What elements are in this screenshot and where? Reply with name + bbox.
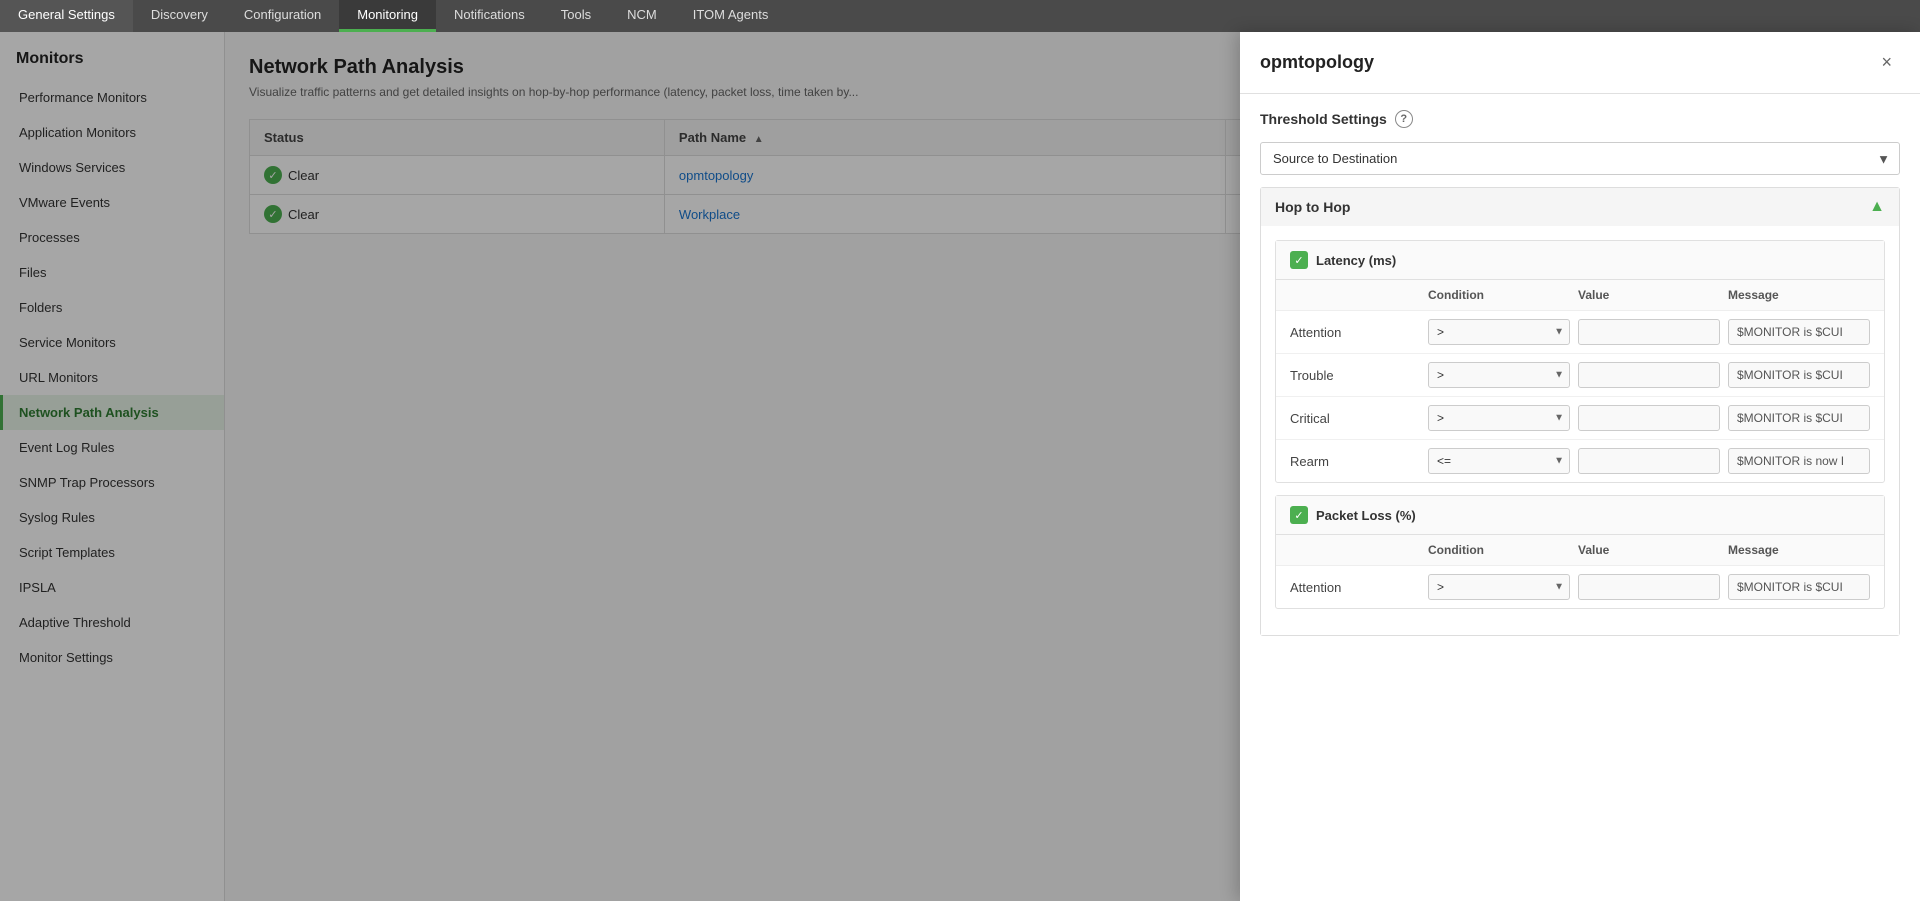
- critical-label: Critical: [1290, 411, 1420, 426]
- latency-enabled-icon: ✓: [1290, 251, 1308, 269]
- nav-tools[interactable]: Tools: [543, 0, 609, 32]
- trouble-condition-select[interactable]: ><=>=<=: [1428, 362, 1570, 388]
- source-to-destination-select[interactable]: Source to Destination: [1260, 142, 1900, 175]
- col-header-empty: [1290, 543, 1420, 557]
- modal-header: opmtopology ×: [1240, 32, 1920, 94]
- col-header-value: Value: [1578, 543, 1720, 557]
- rearm-condition-select[interactable]: <=><=>=: [1428, 448, 1570, 474]
- pl-attention-value-input[interactable]: [1578, 574, 1720, 600]
- col-header-message: Message: [1728, 288, 1870, 302]
- trouble-message-input[interactable]: [1728, 362, 1870, 388]
- nav-itom-agents[interactable]: ITOM Agents: [675, 0, 787, 32]
- col-header-empty: [1290, 288, 1420, 302]
- threshold-settings-label: Threshold Settings: [1260, 111, 1387, 127]
- latency-rearm-row: Rearm <=><=>= ▼: [1276, 440, 1884, 482]
- latency-metric-group: ✓ Latency (ms) Condition Value Message: [1275, 240, 1885, 483]
- modal-body: Threshold Settings ? Source to Destinati…: [1240, 94, 1920, 901]
- latency-trouble-row: Trouble ><=>=<= ▼: [1276, 354, 1884, 397]
- hop-to-hop-header[interactable]: Hop to Hop ▲: [1261, 188, 1899, 226]
- latency-critical-row: Critical ><=>=<= ▼: [1276, 397, 1884, 440]
- nav-general-settings[interactable]: General Settings: [0, 0, 133, 32]
- critical-message-input[interactable]: [1728, 405, 1870, 431]
- pl-attention-label: Attention: [1290, 580, 1420, 595]
- trouble-value-input[interactable]: [1578, 362, 1720, 388]
- packet-loss-metric-name: Packet Loss (%): [1316, 508, 1416, 523]
- col-header-value: Value: [1578, 288, 1720, 302]
- attention-label: Attention: [1290, 325, 1420, 340]
- packet-loss-metric-header: ✓ Packet Loss (%): [1276, 496, 1884, 535]
- rearm-label: Rearm: [1290, 454, 1420, 469]
- modal-close-button[interactable]: ×: [1873, 48, 1900, 77]
- critical-condition-wrapper: ><=>=<= ▼: [1428, 405, 1570, 431]
- top-navigation: General Settings Discovery Configuration…: [0, 0, 1920, 32]
- pl-attention-message-input[interactable]: [1728, 574, 1870, 600]
- col-header-condition: Condition: [1428, 288, 1570, 302]
- rearm-value-input[interactable]: [1578, 448, 1720, 474]
- hop-to-hop-accordion: Hop to Hop ▲ ✓ Latency (ms) Condit: [1260, 187, 1900, 636]
- main-layout: Monitors Performance Monitors Applicatio…: [0, 32, 1920, 901]
- latency-metric-header: ✓ Latency (ms): [1276, 241, 1884, 280]
- trouble-condition-wrapper: ><=>=<= ▼: [1428, 362, 1570, 388]
- packet-loss-threshold-table: Condition Value Message Attention ><=>=<…: [1276, 535, 1884, 608]
- rearm-message-input[interactable]: [1728, 448, 1870, 474]
- nav-configuration[interactable]: Configuration: [226, 0, 339, 32]
- latency-threshold-table: Condition Value Message Attention ><=>=<…: [1276, 280, 1884, 482]
- pl-attention-condition-wrapper: ><=>=<= ▼: [1428, 574, 1570, 600]
- source-to-destination-wrapper: Source to Destination ▼: [1260, 142, 1900, 175]
- rearm-condition-wrapper: <=><=>= ▼: [1428, 448, 1570, 474]
- threshold-settings-header: Threshold Settings ?: [1260, 110, 1900, 128]
- attention-condition-wrapper: ><=>=<= ▼: [1428, 319, 1570, 345]
- trouble-label: Trouble: [1290, 368, 1420, 383]
- attention-message-input[interactable]: [1728, 319, 1870, 345]
- help-icon[interactable]: ?: [1395, 110, 1413, 128]
- nav-monitoring[interactable]: Monitoring: [339, 0, 436, 32]
- nav-notifications[interactable]: Notifications: [436, 0, 543, 32]
- modal-panel: opmtopology × Threshold Settings ? Sourc…: [1240, 32, 1920, 901]
- nav-ncm[interactable]: NCM: [609, 0, 675, 32]
- attention-value-input[interactable]: [1578, 319, 1720, 345]
- critical-value-input[interactable]: [1578, 405, 1720, 431]
- critical-condition-select[interactable]: ><=>=<=: [1428, 405, 1570, 431]
- packet-loss-enabled-icon: ✓: [1290, 506, 1308, 524]
- col-header-message: Message: [1728, 543, 1870, 557]
- packet-loss-metric-group: ✓ Packet Loss (%) Condition Value Messag…: [1275, 495, 1885, 609]
- chevron-up-icon: ▲: [1869, 198, 1885, 216]
- attention-condition-select[interactable]: ><=>=<=: [1428, 319, 1570, 345]
- latency-metric-name: Latency (ms): [1316, 253, 1396, 268]
- modal-title: opmtopology: [1260, 52, 1374, 73]
- packet-loss-table-header: Condition Value Message: [1276, 535, 1884, 566]
- pl-attention-condition-select[interactable]: ><=>=<=: [1428, 574, 1570, 600]
- hop-to-hop-body: ✓ Latency (ms) Condition Value Message: [1261, 226, 1899, 635]
- col-header-condition: Condition: [1428, 543, 1570, 557]
- latency-attention-row: Attention ><=>=<= ▼: [1276, 311, 1884, 354]
- hop-to-hop-label: Hop to Hop: [1275, 199, 1350, 215]
- packet-loss-attention-row: Attention ><=>=<= ▼: [1276, 566, 1884, 608]
- nav-discovery[interactable]: Discovery: [133, 0, 226, 32]
- latency-table-header: Condition Value Message: [1276, 280, 1884, 311]
